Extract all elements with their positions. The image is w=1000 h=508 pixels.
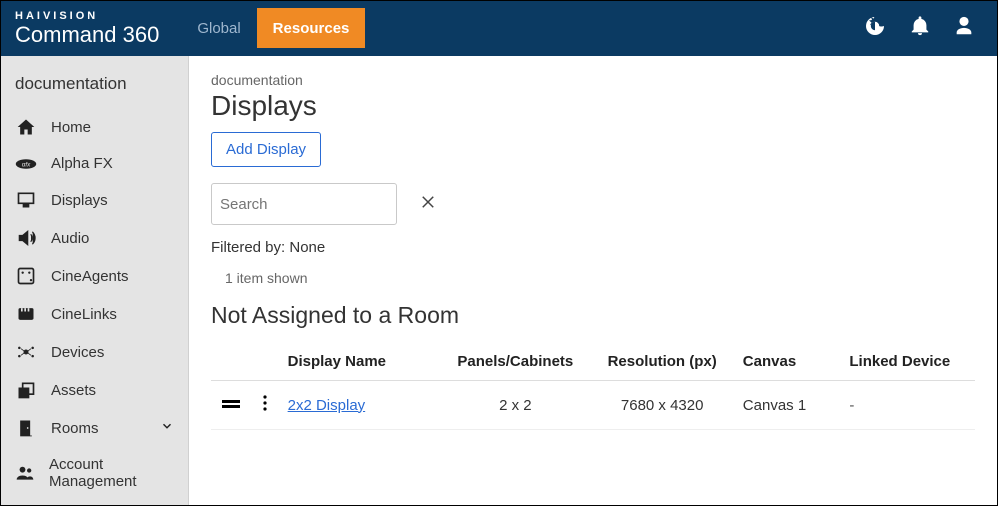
brand-top: HAIVISION: [15, 11, 159, 23]
col-display-name: Display Name: [280, 343, 441, 381]
cinelinks-icon: [15, 304, 37, 324]
page-title: Displays: [211, 90, 975, 122]
sidebar-item-label: Rooms: [51, 420, 99, 437]
sidebar-item-label: CineAgents: [51, 268, 129, 285]
sidebar-item-label: Devices: [51, 344, 104, 361]
cell-canvas: Canvas 1: [735, 381, 842, 430]
sidebar-item-label: Account Management: [49, 456, 174, 490]
sidebar: documentation Home αfx Alpha FX Displays…: [1, 56, 189, 505]
sidebar-item-label: Displays: [51, 192, 108, 209]
sidebar-item-home[interactable]: Home: [1, 108, 188, 146]
alphafx-icon: αfx: [15, 157, 37, 171]
account-management-icon: [15, 463, 35, 483]
sidebar-item-alphafx[interactable]: αfx Alpha FX: [1, 146, 188, 181]
cineagents-icon: [15, 266, 37, 286]
notifications-icon[interactable]: [909, 15, 931, 42]
sidebar-item-assets[interactable]: Assets: [1, 371, 188, 409]
col-canvas: Canvas: [735, 343, 842, 381]
chevron-down-icon: [160, 419, 174, 437]
top-icons: [863, 14, 997, 43]
sidebar-item-label: Audio: [51, 230, 89, 247]
row-menu-icon[interactable]: [250, 381, 279, 430]
svg-text:αfx: αfx: [22, 161, 31, 168]
sidebar-title: documentation: [1, 66, 188, 108]
rooms-icon: [15, 418, 37, 438]
sidebar-item-label: Assets: [51, 382, 96, 399]
nav-links: Global Resources: [181, 1, 365, 56]
sidebar-item-account-management[interactable]: Account Management: [1, 447, 188, 499]
top-bar: HAIVISION Command 360 Global Resources: [1, 1, 997, 56]
main-content: documentation Displays Add Display Filte…: [189, 56, 997, 505]
sidebar-item-rooms[interactable]: Rooms: [1, 409, 188, 447]
cell-linked: -: [841, 381, 975, 430]
clear-search-icon[interactable]: [419, 193, 437, 216]
display-name-link[interactable]: 2x2 Display: [288, 397, 366, 414]
filtered-by: Filtered by: None: [211, 239, 975, 256]
sidebar-item-label: CineLinks: [51, 306, 117, 323]
cell-panels: 2 x 2: [441, 381, 589, 430]
col-resolution: Resolution (px): [590, 343, 735, 381]
nav-resources[interactable]: Resources: [257, 8, 366, 48]
item-count: 1 item shown: [225, 270, 975, 286]
col-linked-device: Linked Device: [841, 343, 975, 381]
col-panels: Panels/Cabinets: [441, 343, 589, 381]
devices-icon: [15, 342, 37, 362]
search-input[interactable]: [220, 196, 419, 213]
sidebar-item-displays[interactable]: Displays: [1, 181, 188, 219]
theme-toggle-icon[interactable]: [863, 14, 887, 43]
nav-global[interactable]: Global: [181, 8, 256, 48]
audio-icon: [15, 228, 37, 248]
user-icon[interactable]: [953, 15, 975, 42]
displays-icon: [15, 190, 37, 210]
sidebar-item-devices[interactable]: Devices: [1, 333, 188, 371]
brand-bottom: Command 360: [15, 23, 159, 46]
sidebar-item-label: Home: [51, 119, 91, 136]
table-row: 2x2 Display 2 x 2 7680 x 4320 Canvas 1 -: [211, 381, 975, 430]
breadcrumb: documentation: [211, 72, 975, 88]
sidebar-item-cinelinks[interactable]: CineLinks: [1, 295, 188, 333]
displays-table: Display Name Panels/Cabinets Resolution …: [211, 343, 975, 430]
sidebar-item-cineagents[interactable]: CineAgents: [1, 257, 188, 295]
assets-icon: [15, 380, 37, 400]
cell-resolution: 7680 x 4320: [590, 381, 735, 430]
search-box[interactable]: [211, 183, 397, 225]
sidebar-item-audio[interactable]: Audio: [1, 219, 188, 257]
sidebar-item-label: Alpha FX: [51, 155, 113, 172]
brand: HAIVISION Command 360: [1, 5, 173, 52]
home-icon: [15, 117, 37, 137]
section-title: Not Assigned to a Room: [211, 302, 975, 329]
drag-handle-icon[interactable]: [211, 381, 250, 430]
add-display-button[interactable]: Add Display: [211, 132, 321, 167]
